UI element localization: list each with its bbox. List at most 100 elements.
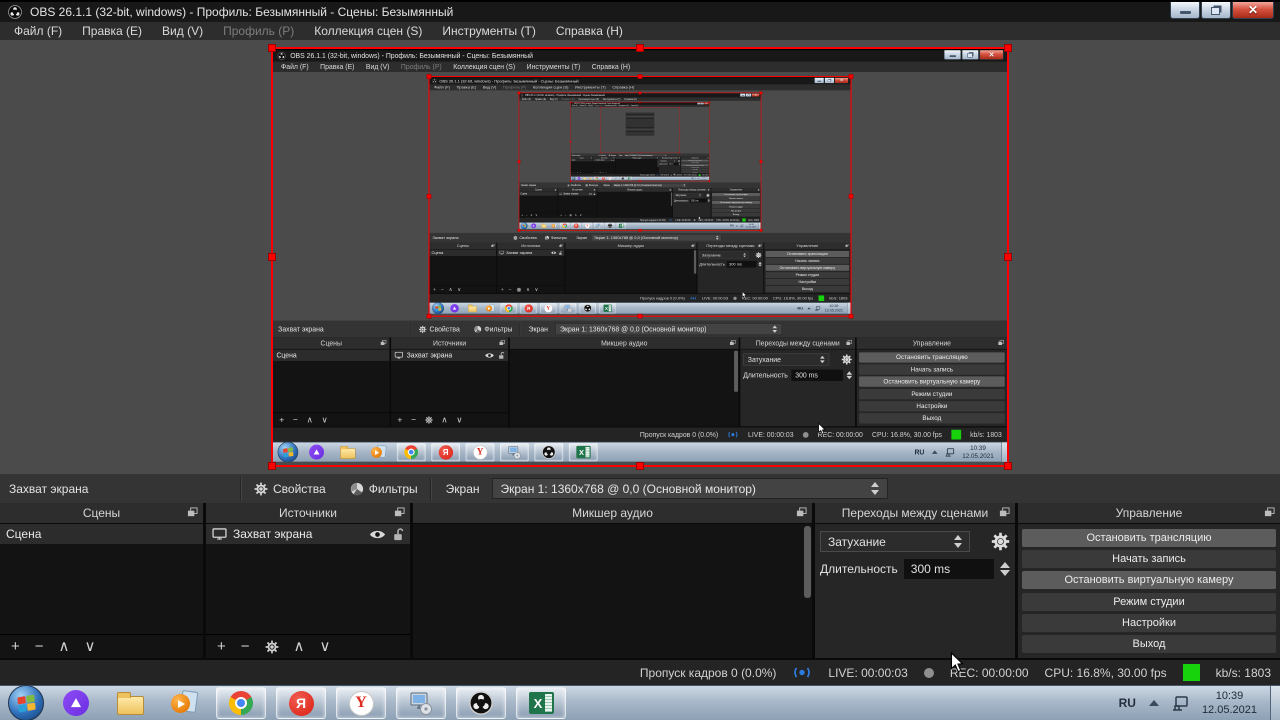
resize-handle[interactable]	[268, 253, 276, 261]
taskbar-excel-icon[interactable]: X	[516, 687, 566, 719]
taskbar-yandex-browser-icon: Я	[571, 222, 581, 229]
display-capture-icon	[499, 250, 505, 255]
popout-icon[interactable]	[1264, 507, 1275, 518]
close-button[interactable]: ✕	[1232, 2, 1274, 19]
resize-handle	[638, 229, 642, 232]
start-recording-button[interactable]: Начать запись	[1022, 550, 1276, 569]
taskbar-explorer-icon[interactable]	[108, 687, 152, 719]
taskbar-yandex-browser-icon[interactable]: Я	[276, 687, 326, 719]
menu-view[interactable]: Вид (V)	[152, 22, 213, 40]
duration-value: 300 ms	[729, 261, 742, 267]
remove-scene-button[interactable]: −	[35, 639, 44, 654]
settings-button[interactable]: Настройки	[1022, 613, 1276, 632]
sources-header[interactable]: Источники	[206, 503, 410, 524]
scene-up-button[interactable]: ∧	[59, 639, 70, 654]
streaming-signal-icon	[669, 219, 673, 222]
stop-streaming-button[interactable]: Остановить трансляцию	[1022, 529, 1276, 548]
preview-area[interactable]: OBS 26.1.1 (32-bit, windows) - Профиль: …	[0, 40, 1280, 474]
exit-button: Выход	[712, 212, 760, 217]
spinbox-arrows-icon[interactable]	[1000, 562, 1010, 576]
scene-down-button[interactable]: ∨	[85, 639, 96, 654]
mixer-scrollbar[interactable]	[804, 526, 811, 598]
filters-button[interactable]: Фильтры	[338, 474, 430, 503]
mixer-header[interactable]: Микшер аудио	[413, 503, 812, 524]
add-scene-button[interactable]: +	[11, 639, 20, 654]
mixer-body	[565, 249, 697, 294]
popout-icon[interactable]	[999, 507, 1010, 518]
taskbar-media-player-icon[interactable]	[162, 687, 206, 719]
resize-handle[interactable]	[268, 44, 276, 52]
taskbar-yandex-alice-icon[interactable]	[54, 687, 98, 719]
source-item[interactable]: Захват экрана	[206, 524, 410, 544]
properties-button[interactable]: Свойства	[242, 474, 338, 503]
menu-help: Справка (H)	[591, 62, 631, 71]
minimize-button[interactable]	[1170, 2, 1200, 19]
resize-handle[interactable]	[636, 44, 644, 52]
hidden-icons-chevron	[695, 178, 697, 179]
menu-tools[interactable]: Инструменты (T)	[432, 22, 545, 40]
resize-handle[interactable]	[1004, 253, 1012, 261]
controls-body: Остановить трансляцию Начать запись Оста…	[857, 349, 1007, 426]
resize-handle[interactable]	[268, 462, 276, 470]
popout-icon[interactable]	[796, 507, 807, 518]
source-up-button[interactable]: ∧	[294, 639, 305, 654]
visibility-eye-icon[interactable]	[369, 529, 386, 540]
sources-list: Захват экрана	[593, 159, 616, 172]
start-button[interactable]	[8, 685, 44, 720]
taskbar-yandex-icon[interactable]: Y	[336, 687, 386, 719]
mouse-cursor	[742, 291, 747, 299]
transition-gear-icon	[841, 354, 852, 365]
taskbar-clock[interactable]: 10:39 12.05.2021	[1202, 689, 1257, 718]
sources-list[interactable]: Захват экрана	[206, 524, 410, 634]
scene-up-button: ∧	[530, 213, 533, 217]
scenes-header[interactable]: Сцены	[0, 503, 203, 524]
bitrate-status: kb/s: 1803	[748, 218, 759, 222]
selected-source-name: Захват экрана	[9, 481, 89, 496]
menu-help[interactable]: Справка (H)	[546, 22, 633, 40]
network-tray-icon[interactable]	[1172, 695, 1189, 711]
popout-icon[interactable]	[394, 507, 405, 518]
popout-icon[interactable]	[187, 507, 198, 518]
menu-edit[interactable]: Правка (E)	[72, 22, 152, 40]
screen-select-combobox[interactable]: Экран 1: 1360x768 @ 0,0 (Основной монито…	[491, 478, 888, 499]
scenes-panel: Сцены Сцена + − ∧ ∨	[429, 242, 497, 294]
obs-titlebar[interactable]: OBS 26.1.1 (32-bit, windows) - Профиль: …	[0, 0, 1280, 22]
exit-button[interactable]: Выход	[1022, 634, 1276, 653]
taskbar-media-player-icon	[366, 443, 391, 461]
recording-pause-icon[interactable]	[923, 667, 934, 678]
unlock-icon[interactable]	[392, 527, 404, 541]
menu-file[interactable]: Файл (F)	[4, 22, 72, 40]
add-source-button[interactable]: +	[217, 639, 226, 654]
sources-panel: Источники Захват экрана + − ∧ ∨	[593, 156, 616, 174]
resize-handle[interactable]	[1004, 44, 1012, 52]
taskbar-installer-icon[interactable]	[396, 687, 446, 719]
source-properties-gear-icon[interactable]	[265, 640, 279, 654]
taskbar-chrome-icon[interactable]	[216, 687, 266, 719]
remove-source-button[interactable]: −	[241, 639, 250, 654]
resize-handle	[708, 140, 711, 143]
menu-scene-collection[interactable]: Коллекция сцен (S)	[304, 22, 432, 40]
controls-header[interactable]: Управление	[1018, 503, 1280, 524]
transitions-header[interactable]: Переходы между сценами	[815, 503, 1015, 524]
transition-gear-icon[interactable]	[991, 532, 1010, 551]
duration-spinbox[interactable]: 300 ms	[903, 559, 994, 579]
selected-source-capture[interactable]: OBS 26.1.1 (32-bit, windows) - Профиль: …	[268, 44, 1012, 470]
hidden-icons-chevron[interactable]	[1148, 700, 1159, 706]
taskbar-yandex-icon: Y	[465, 442, 495, 462]
source-down-button[interactable]: ∨	[320, 639, 331, 654]
resize-handle[interactable]	[1004, 462, 1012, 470]
stop-virtual-camera-button[interactable]: Остановить виртуальную камеру	[1022, 571, 1276, 590]
studio-mode-button[interactable]: Режим студии	[1022, 592, 1276, 611]
transition-gear-icon	[706, 193, 710, 198]
scenes-list[interactable]: Сцена	[0, 524, 203, 634]
restore-button[interactable]	[1201, 2, 1231, 19]
transition-combobox[interactable]: Затухание	[820, 531, 970, 552]
language-indicator[interactable]: RU	[1119, 696, 1136, 710]
taskbar-obs-icon[interactable]	[456, 687, 506, 719]
resize-handle[interactable]	[636, 462, 644, 470]
selected-source-name: Захват экрана	[571, 154, 581, 157]
show-desktop-button[interactable]	[1270, 685, 1280, 720]
resize-handle	[599, 129, 601, 131]
scene-item[interactable]: Сцена	[0, 524, 203, 544]
resize-handle	[517, 229, 521, 232]
